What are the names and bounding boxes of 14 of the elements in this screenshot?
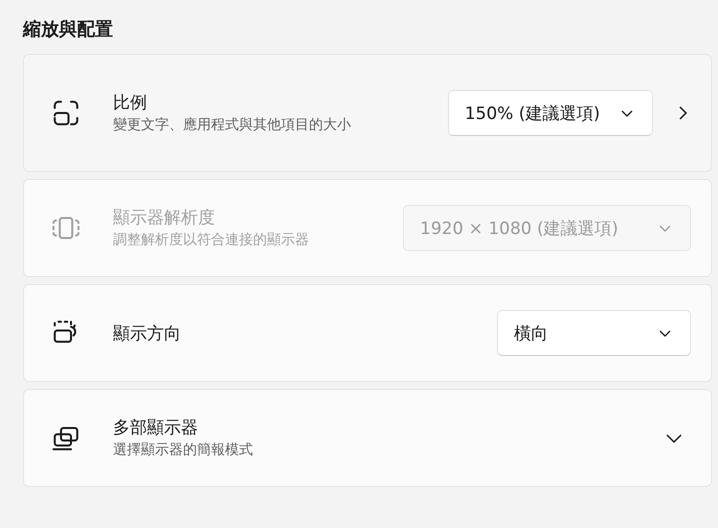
setting-title: 多部顯示器 <box>113 416 199 439</box>
setting-title: 比例 <box>113 92 148 114</box>
settings-card[interactable]: 多部顯示器 選擇顯示器的簡報模式 <box>23 389 712 487</box>
setting-description: 變更文字、應用程式與其他項目的大小 <box>113 116 352 135</box>
dropdown[interactable]: 150% (建議選項) <box>448 90 653 136</box>
scale-icon <box>51 98 81 128</box>
setting-description: 調整解析度以符合連接的顯示器 <box>113 230 310 250</box>
dropdown[interactable]: 橫向 <box>497 310 691 356</box>
setting-title: 顯示器解析度 <box>113 206 216 229</box>
settings-card[interactable]: 顯示方向 橫向 <box>23 284 712 382</box>
section-heading: 縮放與配置 <box>23 18 114 41</box>
setting-description: 選擇顯示器的簡報模式 <box>113 440 254 460</box>
settings-card[interactable]: 比例 變更文字、應用程式與其他項目的大小 150% (建議選項) <box>23 54 712 172</box>
setting-title: 顯示方向 <box>113 322 182 344</box>
